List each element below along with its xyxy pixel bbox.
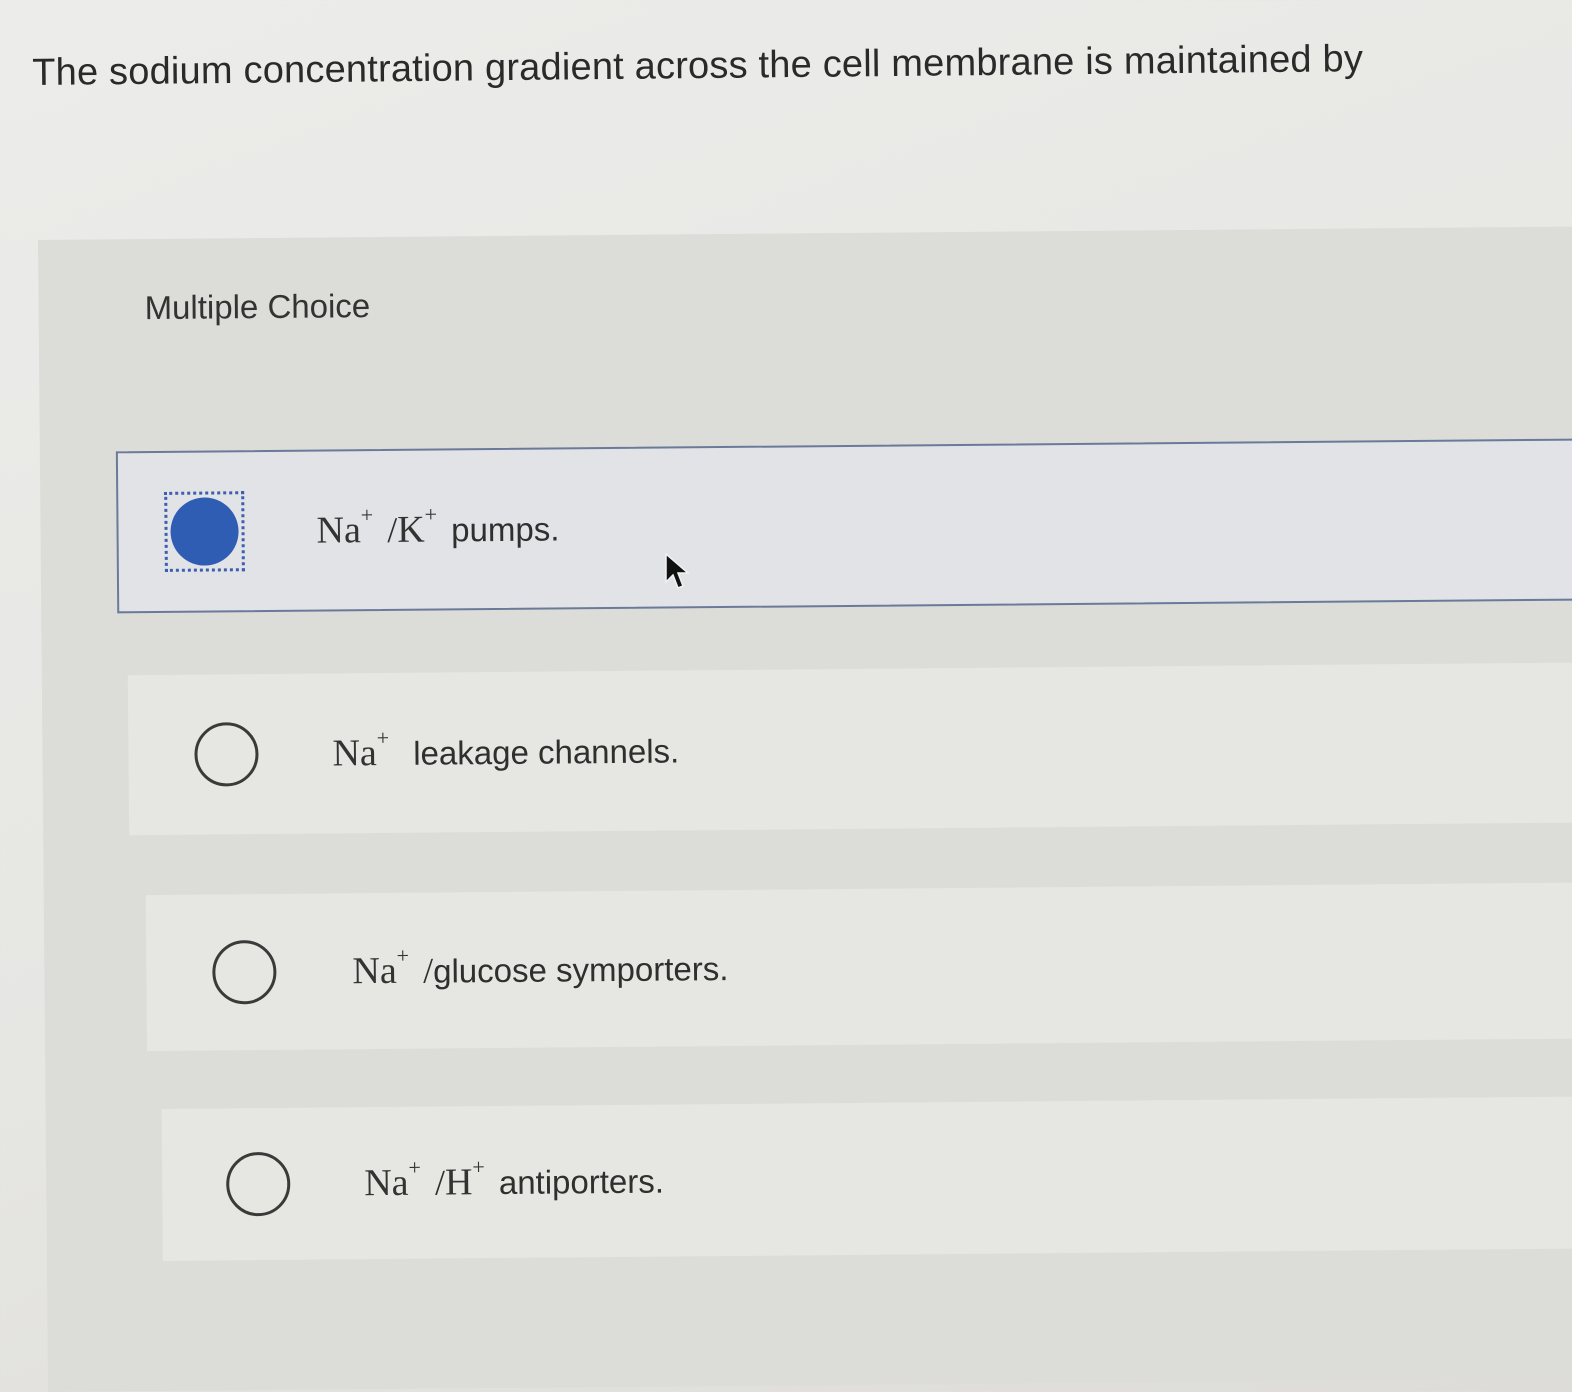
ion-symbol: Na+ — [352, 943, 410, 993]
answer-label: Na+ leakage channels. — [332, 725, 680, 775]
ion-symbol: Na+ — [364, 1155, 421, 1205]
answer-option-na-h-antiporters[interactable]: Na+ / H+ antiporters. — [161, 1096, 1572, 1261]
radio-button[interactable] — [225, 1151, 291, 1217]
answer-label: Na+ / K+ pumps. — [316, 501, 560, 552]
mouse-pointer-icon — [665, 552, 691, 589]
ion-symbol: H+ — [444, 1154, 485, 1204]
ion-symbol: K+ — [397, 501, 438, 551]
answer-label: Na+ / glucose symporters. — [352, 943, 729, 993]
separator: / — [434, 1162, 446, 1203]
answer-description: glucose symporters. — [432, 950, 729, 990]
answer-option-na-k-pumps[interactable]: Na+ / K+ pumps. — [115, 438, 1572, 614]
radio-button-selected[interactable] — [170, 497, 239, 566]
ion-symbol: Na+ — [332, 725, 390, 775]
ion-symbol: Na+ — [316, 502, 374, 552]
answer-description: pumps. — [451, 510, 560, 549]
radio-focus-outline — [164, 491, 245, 572]
answer-label: Na+ / H+ antiporters. — [364, 1154, 665, 1206]
separator: / — [422, 950, 434, 991]
separator: / — [387, 509, 398, 550]
multiple-choice-panel: Multiple Choice Na+ / K+ pumps. Na+ leak… — [38, 226, 1572, 1392]
answer-option-na-leakage-channels[interactable]: Na+ leakage channels. — [127, 662, 1572, 836]
question-text: The sodium concentration gradient across… — [32, 38, 1364, 94]
answer-description: leakage channels. — [413, 732, 680, 772]
radio-button[interactable] — [212, 939, 277, 1005]
answer-description: antiporters. — [498, 1162, 665, 1202]
answer-options: Na+ / K+ pumps. Na+ leakage channels. Na… — [38, 227, 1572, 1392]
radio-button[interactable] — [194, 722, 259, 787]
answer-option-na-glucose-symporters[interactable]: Na+ / glucose symporters. — [145, 882, 1572, 1052]
